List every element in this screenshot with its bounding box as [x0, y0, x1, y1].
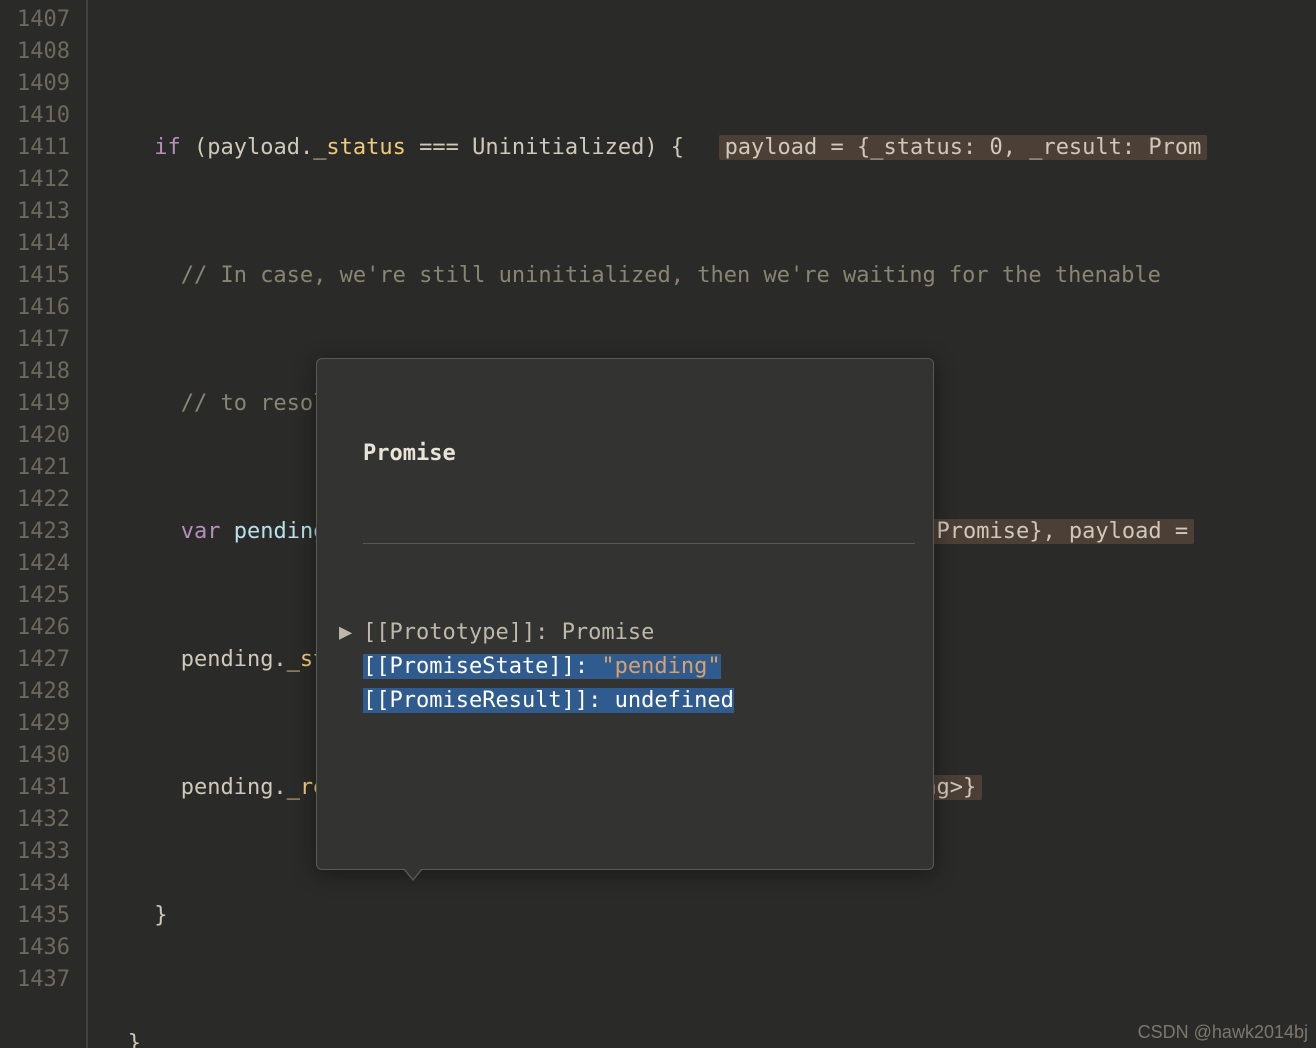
- tooltip-value: Promise: [562, 620, 655, 645]
- tooltip-value: "pending": [601, 654, 720, 679]
- line-number: 1418: [0, 356, 70, 388]
- tooltip-property-row[interactable]: [[PromiseResult]]: undefined: [335, 684, 915, 718]
- tooltip-property-row[interactable]: ▶[[Prototype]]: Promise: [335, 616, 915, 650]
- tooltip-divider: [363, 543, 915, 544]
- line-number: 1424: [0, 548, 70, 580]
- line-number: 1432: [0, 804, 70, 836]
- code-editor: 1407140814091410141114121413141414151416…: [0, 0, 1316, 1048]
- line-number: 1435: [0, 900, 70, 932]
- line-number: 1436: [0, 932, 70, 964]
- line-number: 1434: [0, 868, 70, 900]
- line-number: 1416: [0, 292, 70, 324]
- tooltip-pointer-icon: [403, 869, 423, 881]
- tooltip-value: undefined: [615, 688, 734, 713]
- line-number: 1411: [0, 132, 70, 164]
- line-number: 1421: [0, 452, 70, 484]
- line-number: 1410: [0, 100, 70, 132]
- inline-value-hint: payload = {_status: 0, _result: Prom: [719, 135, 1208, 160]
- line-number: 1420: [0, 420, 70, 452]
- line-number: 1431: [0, 772, 70, 804]
- debug-hover-tooltip[interactable]: Promise ▶[[Prototype]]: Promise[[Promise…: [316, 358, 934, 870]
- line-number: 1423: [0, 516, 70, 548]
- comment: // In case, we're still uninitialized, t…: [181, 263, 1161, 288]
- line-number: 1426: [0, 612, 70, 644]
- line-number: 1417: [0, 324, 70, 356]
- line-number: 1408: [0, 36, 70, 68]
- tooltip-key: [[Prototype]]:: [363, 620, 562, 645]
- line-number: 1433: [0, 836, 70, 868]
- tooltip-key: [[PromiseState]]:: [363, 654, 601, 679]
- line-number: 1427: [0, 644, 70, 676]
- line-number: 1415: [0, 260, 70, 292]
- code-area[interactable]: if (payload._status === Uninitialized) {…: [88, 0, 1316, 1048]
- line-number: 1419: [0, 388, 70, 420]
- tooltip-title: Promise: [335, 437, 915, 471]
- expand-arrow-icon[interactable]: ▶: [339, 616, 363, 650]
- line-number: 1428: [0, 676, 70, 708]
- line-number: 1407: [0, 4, 70, 36]
- line-number: 1414: [0, 228, 70, 260]
- line-number: 1412: [0, 164, 70, 196]
- line-number: 1429: [0, 708, 70, 740]
- line-number: 1422: [0, 484, 70, 516]
- line-number: 1425: [0, 580, 70, 612]
- line-number: 1437: [0, 964, 70, 996]
- line-number: 1409: [0, 68, 70, 100]
- line-number: 1430: [0, 740, 70, 772]
- tooltip-key: [[PromiseResult]]:: [363, 688, 615, 713]
- keyword-if: if: [154, 135, 181, 160]
- line-gutter: 1407140814091410141114121413141414151416…: [0, 0, 88, 1048]
- watermark-label: CSDN @hawk2014bj: [1138, 1016, 1308, 1048]
- tooltip-property-row[interactable]: [[PromiseState]]: "pending": [335, 650, 915, 684]
- line-number: 1413: [0, 196, 70, 228]
